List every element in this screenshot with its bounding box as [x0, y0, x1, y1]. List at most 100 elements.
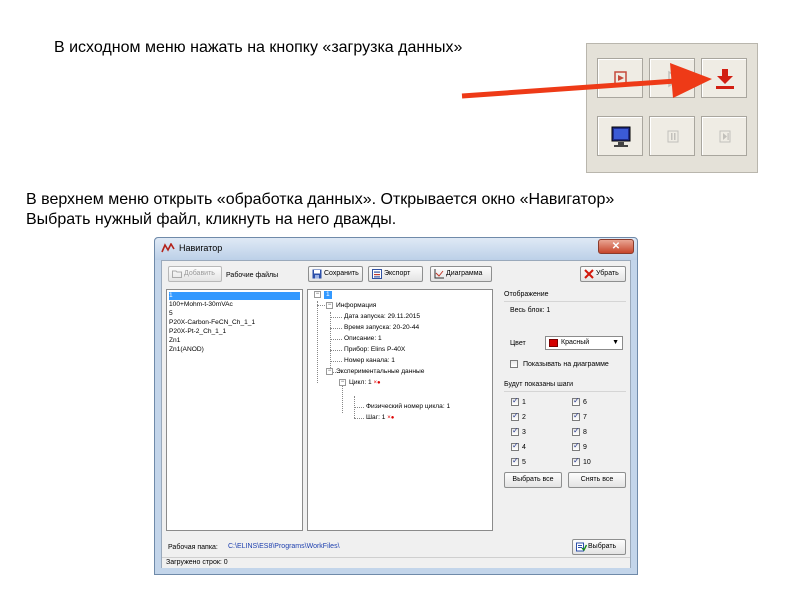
color-swatch [549, 339, 558, 347]
close-window-button[interactable]: ✕ [598, 239, 634, 254]
list-item[interactable]: P20X-Carbon-FeCN_Ch_1_1 [169, 319, 255, 327]
export-button[interactable]: Экспорт [368, 266, 423, 282]
step-checkbox-7[interactable] [572, 411, 580, 421]
step-marker-icon: ×● [387, 415, 395, 421]
color-label: Цвет [510, 340, 526, 347]
remove-x-icon [584, 269, 594, 279]
step-checkbox-5[interactable] [511, 456, 519, 466]
step-label-7: 7 [583, 414, 587, 421]
remove-label: Убрать [596, 270, 619, 277]
tree-node-description[interactable]: Описание: 1 [344, 335, 382, 343]
list-item[interactable]: Zn1 [169, 337, 180, 345]
tree-guide-line [317, 305, 325, 306]
work-folder-label: Рабочая папка: [168, 544, 218, 551]
work-files-label: Рабочие файлы [226, 272, 279, 279]
file-tree-view[interactable]: − 1 − Информация Дата запуска: 29.11.201… [307, 289, 493, 531]
step-label-10: 10 [583, 459, 591, 466]
steps-group-title: Будут показаны шаги [504, 381, 574, 388]
export-icon [372, 269, 382, 279]
step-checkbox-10[interactable] [572, 456, 580, 466]
choose-label: Выбрать [588, 543, 617, 550]
tree-node-date[interactable]: Дата запуска: 29.11.2015 [344, 313, 420, 321]
window-title: Навигатор [179, 243, 223, 253]
tree-collapse-toggle[interactable]: − [326, 368, 333, 375]
whole-block-label: Весь блок: 1 [510, 307, 551, 314]
step-checkbox-6[interactable] [572, 396, 580, 406]
tree-node-cycle[interactable]: Цикл: 1 ×● [349, 379, 381, 387]
window-client-area: Добавить Рабочие файлы Сохранить Экспорт [161, 260, 631, 568]
clear-all-button[interactable]: Снять все [568, 472, 626, 488]
color-value: Красный [561, 339, 590, 346]
tree-node-physical-cycle[interactable]: Физический номер цикла: 1 [366, 403, 450, 411]
step-label-1: 1 [522, 399, 526, 406]
tree-node-device[interactable]: Прибор: Elins P-40X [344, 346, 405, 354]
chevron-down-icon: ▼ [612, 339, 619, 346]
step-label-6: 6 [583, 399, 587, 406]
work-folder-path: C:\ELINS\ES8\Programs\WorkFiles\ [228, 543, 340, 550]
step-label: Шаг: 1 [366, 414, 386, 421]
choose-folder-icon [576, 542, 587, 552]
save-label: Сохранить [324, 270, 359, 277]
window-titlebar[interactable]: Навигатор ✕ [155, 238, 637, 260]
tree-guide-line [342, 385, 343, 413]
step-label-9: 9 [583, 444, 587, 451]
step-label-2: 2 [522, 414, 526, 421]
tree-root-node[interactable]: 1 [324, 291, 332, 299]
add-file-label: Добавить [184, 270, 215, 277]
app-logo-icon [161, 243, 175, 253]
work-files-list[interactable]: 1 100+Mohm-t-30mVAc 5 P20X-Carbon-FeCN_C… [166, 289, 303, 531]
step-checkbox-4[interactable] [511, 441, 519, 451]
group-divider [504, 391, 626, 392]
color-dropdown[interactable]: Красный ▼ [545, 336, 623, 350]
choose-button[interactable]: Выбрать [572, 539, 626, 555]
save-button[interactable]: Сохранить [308, 266, 363, 282]
cycle-marker-icon: ×● [373, 380, 381, 386]
cycle-label: Цикл: 1 [349, 379, 372, 386]
tree-guide-line [330, 328, 342, 329]
tree-guide-line [317, 301, 318, 383]
tree-guide-line [330, 350, 342, 351]
show-on-chart-label: Показывать на диаграмме [523, 361, 609, 368]
add-file-button[interactable]: Добавить [168, 266, 222, 282]
tree-node-channel[interactable]: Номер канала: 1 [344, 357, 395, 365]
navigator-window: Навигатор ✕ Добавить Рабочие файлы Сохра… [154, 237, 638, 575]
step-label-3: 3 [522, 429, 526, 436]
list-item[interactable]: 1 [169, 292, 300, 300]
save-icon [312, 269, 322, 279]
display-group-title: Отображение [504, 291, 549, 298]
step-checkbox-3[interactable] [511, 426, 519, 436]
show-on-chart-checkbox[interactable] [510, 360, 518, 368]
status-bar: Загружено строк: 0 [162, 557, 630, 568]
step-checkbox-9[interactable] [572, 441, 580, 451]
chart-icon [434, 269, 444, 279]
group-divider [504, 301, 626, 302]
folder-icon [172, 270, 182, 278]
status-text: Загружено строк: 0 [166, 559, 228, 566]
tree-collapse-toggle[interactable]: − [326, 302, 333, 309]
tree-node-step[interactable]: Шаг: 1 ×● [366, 414, 394, 422]
tree-node-time[interactable]: Время запуска: 20-20-44 [344, 324, 419, 332]
list-item[interactable]: Zn1(ANOD) [169, 346, 204, 354]
step-label-5: 5 [522, 459, 526, 466]
list-item[interactable]: 100+Mohm-t-30mVAc [169, 301, 233, 309]
tree-node-info[interactable]: Информация [336, 302, 376, 310]
step-checkbox-1[interactable] [511, 396, 519, 406]
tree-node-experimental[interactable]: Экспериментальные данные [336, 368, 424, 376]
step-label-4: 4 [522, 444, 526, 451]
tree-collapse-toggle[interactable]: − [314, 291, 321, 298]
tree-guide-line [354, 418, 364, 419]
step-checkbox-2[interactable] [511, 411, 519, 421]
tree-guide-line [330, 317, 342, 318]
remove-button[interactable]: Убрать [580, 266, 626, 282]
select-all-button[interactable]: Выбрать все [504, 472, 562, 488]
export-label: Экспорт [384, 270, 411, 277]
list-item[interactable]: 5 [169, 310, 173, 318]
chart-button[interactable]: Диаграмма [430, 266, 492, 282]
tree-collapse-toggle[interactable]: − [339, 379, 346, 386]
list-item[interactable]: P20X-Pt-2_Ch_1_1 [169, 328, 226, 336]
step-label-8: 8 [583, 429, 587, 436]
step-checkbox-8[interactable] [572, 426, 580, 436]
tree-guide-line [330, 361, 342, 362]
tree-guide-line [354, 407, 364, 408]
chart-label: Диаграмма [446, 270, 483, 277]
